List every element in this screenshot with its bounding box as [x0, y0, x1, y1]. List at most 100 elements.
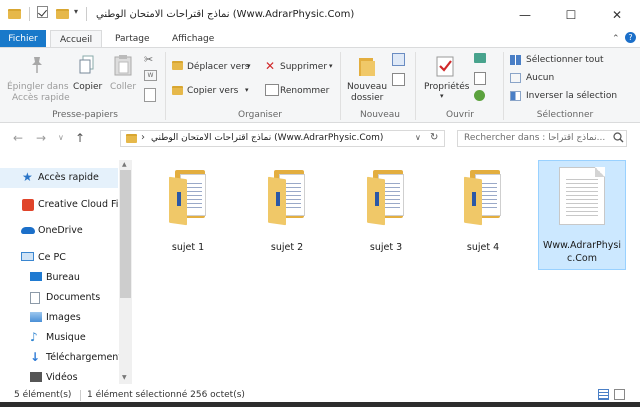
divider — [29, 7, 30, 21]
address-bar[interactable]: › نماذج اقتراحات الامتحان الوطني (Www.Ad… — [120, 130, 445, 147]
creative-cloud-icon — [22, 199, 34, 211]
tab-affichage[interactable]: Affichage — [163, 30, 223, 48]
new-item-icon[interactable] — [392, 53, 405, 66]
nav-item-desktop[interactable]: Bureau — [0, 268, 118, 288]
nav-item-music[interactable]: ♪ Musique — [0, 328, 118, 348]
cut-icon[interactable]: ✂ — [144, 53, 153, 66]
invert-selection-button[interactable]: Inverser la sélection — [526, 91, 617, 101]
file-name: Www.AdrarPhysi — [542, 240, 622, 251]
tab-accueil[interactable]: Accueil — [50, 30, 103, 48]
file-name: sujet 3 — [369, 242, 403, 253]
folder-icon — [367, 166, 411, 226]
delete-button[interactable]: Supprimer — [280, 62, 327, 72]
minimize-button[interactable]: — — [502, 0, 548, 30]
file-name: sujet 4 — [466, 242, 500, 253]
invert-selection-icon — [510, 91, 521, 101]
new-folder-button[interactable]: Nouveau — [347, 82, 387, 92]
folder-item[interactable]: sujet 3 — [353, 160, 419, 270]
edit-icon[interactable] — [474, 72, 486, 85]
forward-icon[interactable]: → — [36, 131, 46, 145]
search-input[interactable]: Rechercher dans : نماذج اقتراحا... — [457, 130, 627, 147]
move-to-dropdown-icon[interactable]: ▾ — [247, 62, 251, 70]
copy-to-button[interactable]: Copier vers — [187, 86, 238, 96]
pin-button[interactable]: Épingler dans — [7, 82, 69, 92]
refresh-icon[interactable]: ↻ — [430, 132, 438, 143]
help-icon[interactable]: ? — [625, 32, 636, 43]
documents-icon — [30, 292, 40, 304]
recent-locations-icon[interactable]: ∨ — [58, 133, 64, 142]
properties-dropdown-icon[interactable]: ▾ — [440, 92, 444, 100]
copy-to-dropdown-icon[interactable]: ▾ — [245, 86, 249, 94]
nav-label: OneDrive — [38, 225, 83, 236]
folder-icon — [8, 7, 22, 21]
large-icons-view-icon[interactable] — [614, 389, 625, 400]
nav-item-downloads[interactable]: ↓ Téléchargement — [0, 348, 122, 368]
copy-to-icon — [172, 86, 183, 95]
nav-label: Bureau — [46, 272, 80, 283]
group-label-select: Sélectionner — [536, 110, 594, 120]
divider — [86, 7, 87, 21]
details-view-icon[interactable] — [598, 389, 609, 400]
up-icon[interactable]: ↑ — [75, 131, 85, 145]
nav-scroll-thumb[interactable] — [120, 170, 131, 298]
window-title: نماذج اقتراحات الامتحان الوطني (Www.Adra… — [96, 9, 355, 20]
open-icon[interactable] — [474, 53, 486, 63]
nav-label: Accès rapide — [38, 172, 99, 183]
clipboard-icon — [114, 54, 132, 79]
move-to-button[interactable]: Déplacer vers — [187, 62, 250, 72]
nav-item-this-pc[interactable]: Ce PC — [0, 248, 118, 268]
nav-label: Ce PC — [38, 252, 66, 263]
collapse-ribbon-icon[interactable]: ⌃ — [612, 34, 620, 44]
back-icon[interactable]: ← — [13, 131, 23, 145]
folder-item[interactable]: sujet 2 — [254, 160, 320, 270]
cloud-icon — [21, 227, 35, 234]
new-folder-quick-icon[interactable] — [56, 7, 70, 21]
file-item-selected[interactable]: Www.AdrarPhysi c.Com — [538, 160, 626, 270]
nav-label: Documents — [46, 292, 101, 303]
copy-button[interactable]: Copier — [73, 82, 102, 92]
nav-item-images[interactable]: Images — [0, 308, 118, 328]
folder-icon — [268, 166, 312, 226]
copy-icon — [79, 55, 95, 78]
address-dropdown-icon[interactable]: ∨ — [415, 133, 421, 142]
scroll-down-icon[interactable]: ▼ — [122, 374, 127, 381]
history-icon[interactable] — [474, 90, 485, 101]
nav-label: Musique — [46, 332, 86, 343]
nav-label: Téléchargement — [46, 352, 123, 363]
ribbon: Épingler dans Accès rapide Copier Coller… — [0, 47, 640, 123]
copy-path-icon[interactable]: W — [144, 70, 157, 81]
scroll-up-icon[interactable]: ▲ — [122, 161, 127, 168]
file-name: sujet 2 — [270, 242, 304, 253]
search-icon[interactable] — [613, 132, 624, 146]
customize-quick-access-icon[interactable]: ▾ — [74, 7, 78, 16]
pin-button-line2: Accès rapide — [12, 93, 70, 103]
nav-item-creative-cloud[interactable]: Creative Cloud Fil — [0, 195, 121, 215]
select-all-icon — [510, 55, 521, 65]
folder-item[interactable]: sujet 1 — [155, 160, 221, 270]
select-all-button[interactable]: Sélectionner tout — [526, 55, 604, 65]
divider — [503, 52, 504, 120]
group-label-open: Ouvrir — [445, 110, 474, 120]
nav-item-onedrive[interactable]: OneDrive — [0, 221, 118, 241]
maximize-button[interactable]: ☐ — [548, 0, 594, 30]
nav-item-quick-access[interactable]: ★ Accès rapide — [0, 168, 118, 188]
properties-quick-icon[interactable] — [37, 6, 48, 18]
properties-button[interactable]: Propriétés — [424, 82, 469, 92]
delete-dropdown-icon[interactable]: ▾ — [329, 62, 333, 70]
ribbon-tabs: Fichier Accueil Partage Affichage ⌃ ? — [0, 30, 640, 48]
nav-label: Vidéos — [46, 372, 78, 383]
group-label-organize: Organiser — [238, 110, 282, 120]
select-none-button[interactable]: Aucun — [526, 73, 554, 83]
easy-access-icon[interactable] — [392, 73, 405, 86]
paste-button[interactable]: Coller — [110, 82, 136, 92]
rename-button[interactable]: Renommer — [280, 86, 329, 96]
close-button[interactable]: ✕ — [594, 0, 640, 30]
document-icon — [559, 167, 605, 225]
paste-shortcut-icon[interactable] — [144, 88, 156, 102]
address-path[interactable]: نماذج اقتراحات الامتحان الوطني (Www.Adra… — [151, 133, 383, 143]
nav-item-documents[interactable]: Documents — [0, 288, 118, 308]
breadcrumb-chevron-icon[interactable]: › — [141, 132, 145, 143]
folder-item[interactable]: sujet 4 — [450, 160, 516, 270]
tab-fichier[interactable]: Fichier — [0, 30, 46, 48]
tab-partage[interactable]: Partage — [106, 30, 159, 48]
